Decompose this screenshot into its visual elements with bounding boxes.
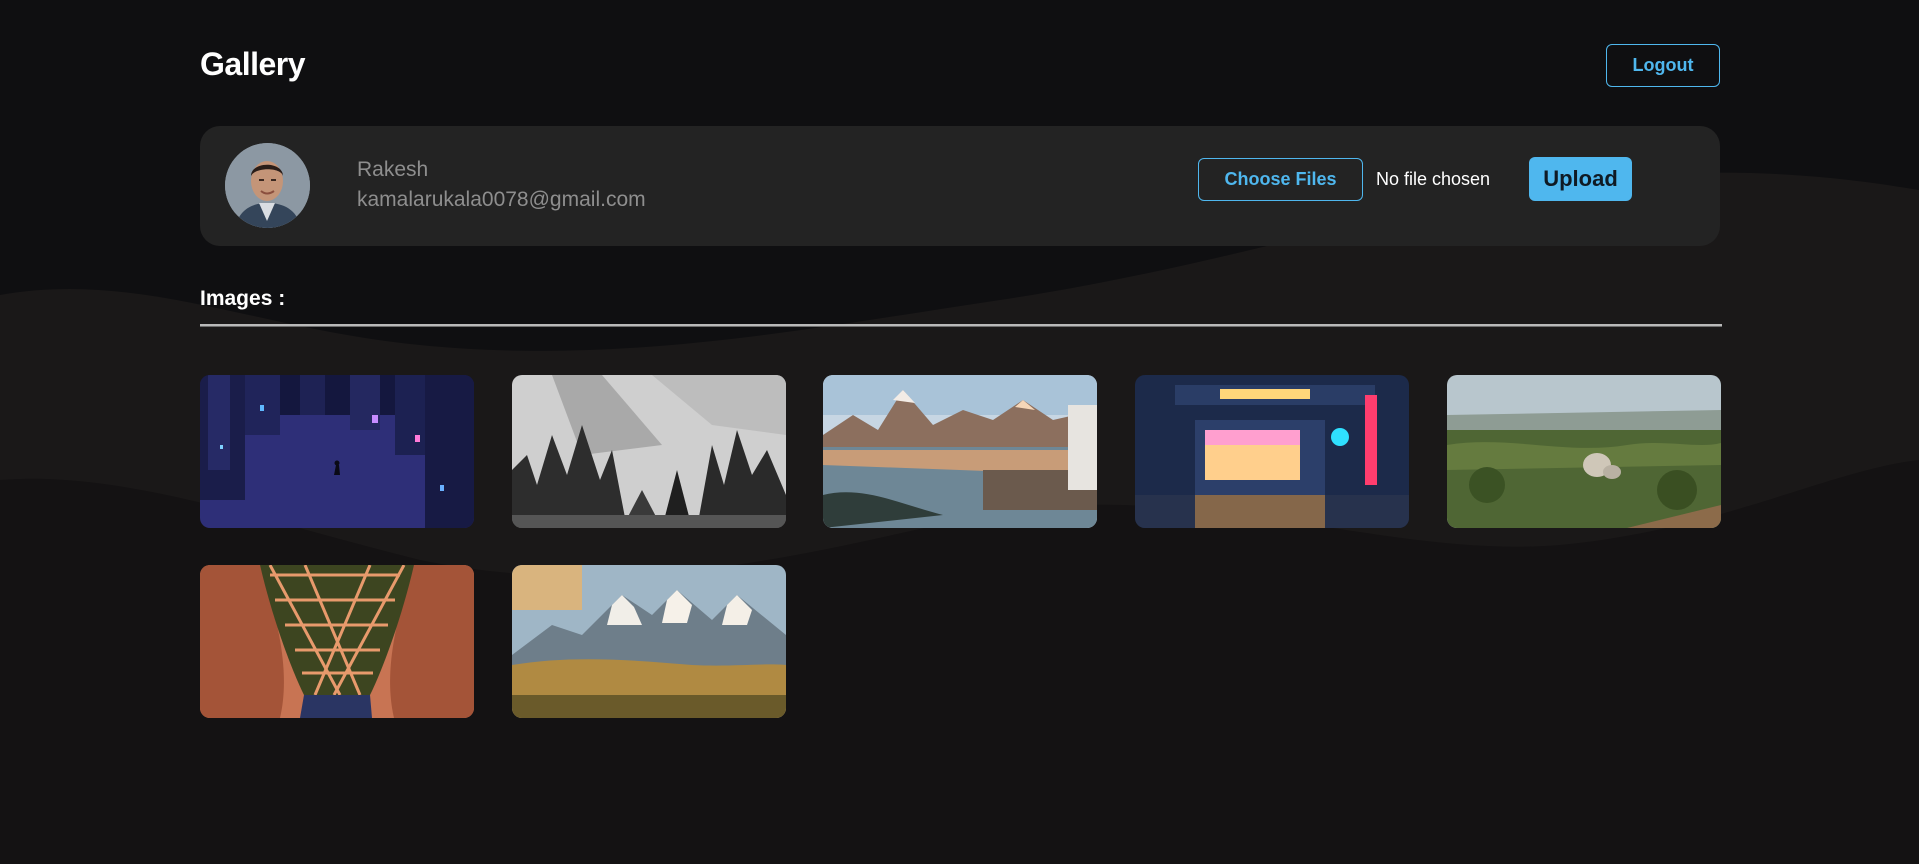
upload-button[interactable]: Upload (1529, 157, 1632, 201)
gallery-image-city[interactable] (200, 375, 474, 528)
file-status-text: No file chosen (1376, 169, 1491, 189)
gallery-image-mountain-lake[interactable] (823, 375, 1097, 528)
page-title: Gallery (200, 46, 306, 82)
section-divider (200, 324, 1722, 327)
images-heading: Images : (200, 287, 286, 310)
gallery-image-forest[interactable] (512, 375, 786, 528)
user-email: kamalarukala0078@gmail.com (357, 188, 646, 211)
avatar (225, 143, 310, 228)
gallery-image-lattice[interactable] (200, 565, 474, 718)
gallery-image-coffee-shop[interactable] (1135, 375, 1409, 528)
page: Gallery Logout Rakesh kamalarukala0078@g… (0, 0, 1919, 864)
choose-files-button[interactable]: Choose Files (1198, 158, 1363, 201)
user-name: Rakesh (357, 158, 429, 181)
logout-button[interactable]: Logout (1606, 44, 1720, 87)
gallery-image-hills[interactable] (1447, 375, 1721, 528)
profile-card: Rakesh kamalarukala0078@gmail.com Choose… (200, 126, 1720, 246)
gallery-image-snowy-mountains[interactable] (512, 565, 786, 718)
